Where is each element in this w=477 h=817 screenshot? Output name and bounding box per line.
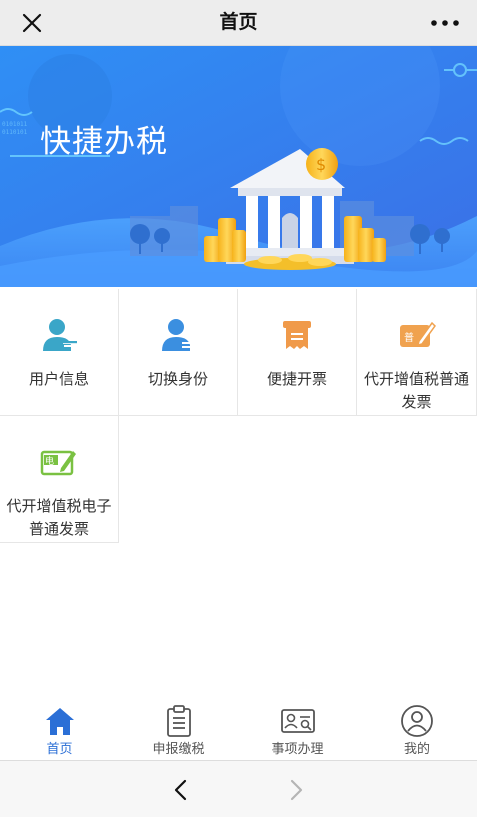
banner-illustration: 0101011 0110101 $: [0, 46, 477, 287]
grid-item-label: 代开增值税电子普通发票: [6, 497, 112, 538]
svg-text:0101011: 0101011: [2, 121, 28, 128]
switch-identity-icon: [162, 319, 195, 351]
grid-item-e-vat-invoice[interactable]: 电 代开增值税电子普通发票: [0, 416, 119, 543]
id-card-search-icon: [280, 709, 315, 733]
tab-affairs[interactable]: 事项办理: [238, 697, 357, 759]
grid-item-user-info[interactable]: 用户信息: [0, 289, 119, 416]
vat-invoice-icon: 普: [399, 321, 436, 347]
back-arrow-icon[interactable]: [168, 777, 194, 803]
clipboard-icon: [166, 705, 191, 737]
home-icon: [45, 708, 74, 735]
user-info-icon: [43, 319, 77, 351]
e-invoice-icon: 电: [40, 450, 76, 476]
grid-item-switch-identity[interactable]: 切换身份: [119, 289, 238, 416]
grid-item-quick-invoice[interactable]: 便捷开票: [238, 289, 357, 416]
tab-label: 申报缴税: [152, 742, 205, 757]
tab-label: 事项办理: [271, 742, 324, 757]
svg-text:普: 普: [404, 331, 414, 344]
tab-mine[interactable]: 我的: [357, 697, 477, 759]
more-options-icon[interactable]: [429, 10, 461, 36]
svg-text:0110101: 0110101: [2, 129, 28, 136]
grid-item-vat-invoice[interactable]: 普 代开增值税普通发票: [357, 289, 477, 416]
browser-nav-bar: [0, 760, 477, 817]
tab-label: 我的: [403, 742, 430, 757]
profile-icon: [401, 705, 433, 737]
grid-item-label: 用户信息: [28, 370, 89, 388]
svg-text:$: $: [316, 155, 326, 174]
app-root: 首页 0101011 0110101 $ 快捷办税 用户信息 切换身份 便捷开票…: [0, 0, 477, 817]
forward-arrow-icon[interactable]: [283, 777, 309, 803]
tab-declare-pay-tax[interactable]: 申报缴税: [119, 697, 238, 759]
grid-item-label: 切换身份: [147, 370, 208, 388]
tab-home[interactable]: 首页: [0, 697, 119, 759]
banner-title: 快捷办税: [40, 124, 168, 160]
page-title: 首页: [219, 11, 258, 33]
hero-banner[interactable]: 0101011 0110101 $ 快捷办税: [0, 46, 477, 287]
svg-text:电: 电: [45, 455, 54, 467]
tab-label: 首页: [46, 742, 73, 757]
grid-item-label: 代开增值税普通发票: [363, 370, 469, 411]
top-bar: 首页: [0, 0, 477, 46]
bottom-tab-bar: 首页 申报缴税 事项办理 我的: [0, 697, 477, 759]
grid-item-label: 便捷开票: [266, 370, 327, 388]
invoice-icon: [283, 321, 311, 349]
